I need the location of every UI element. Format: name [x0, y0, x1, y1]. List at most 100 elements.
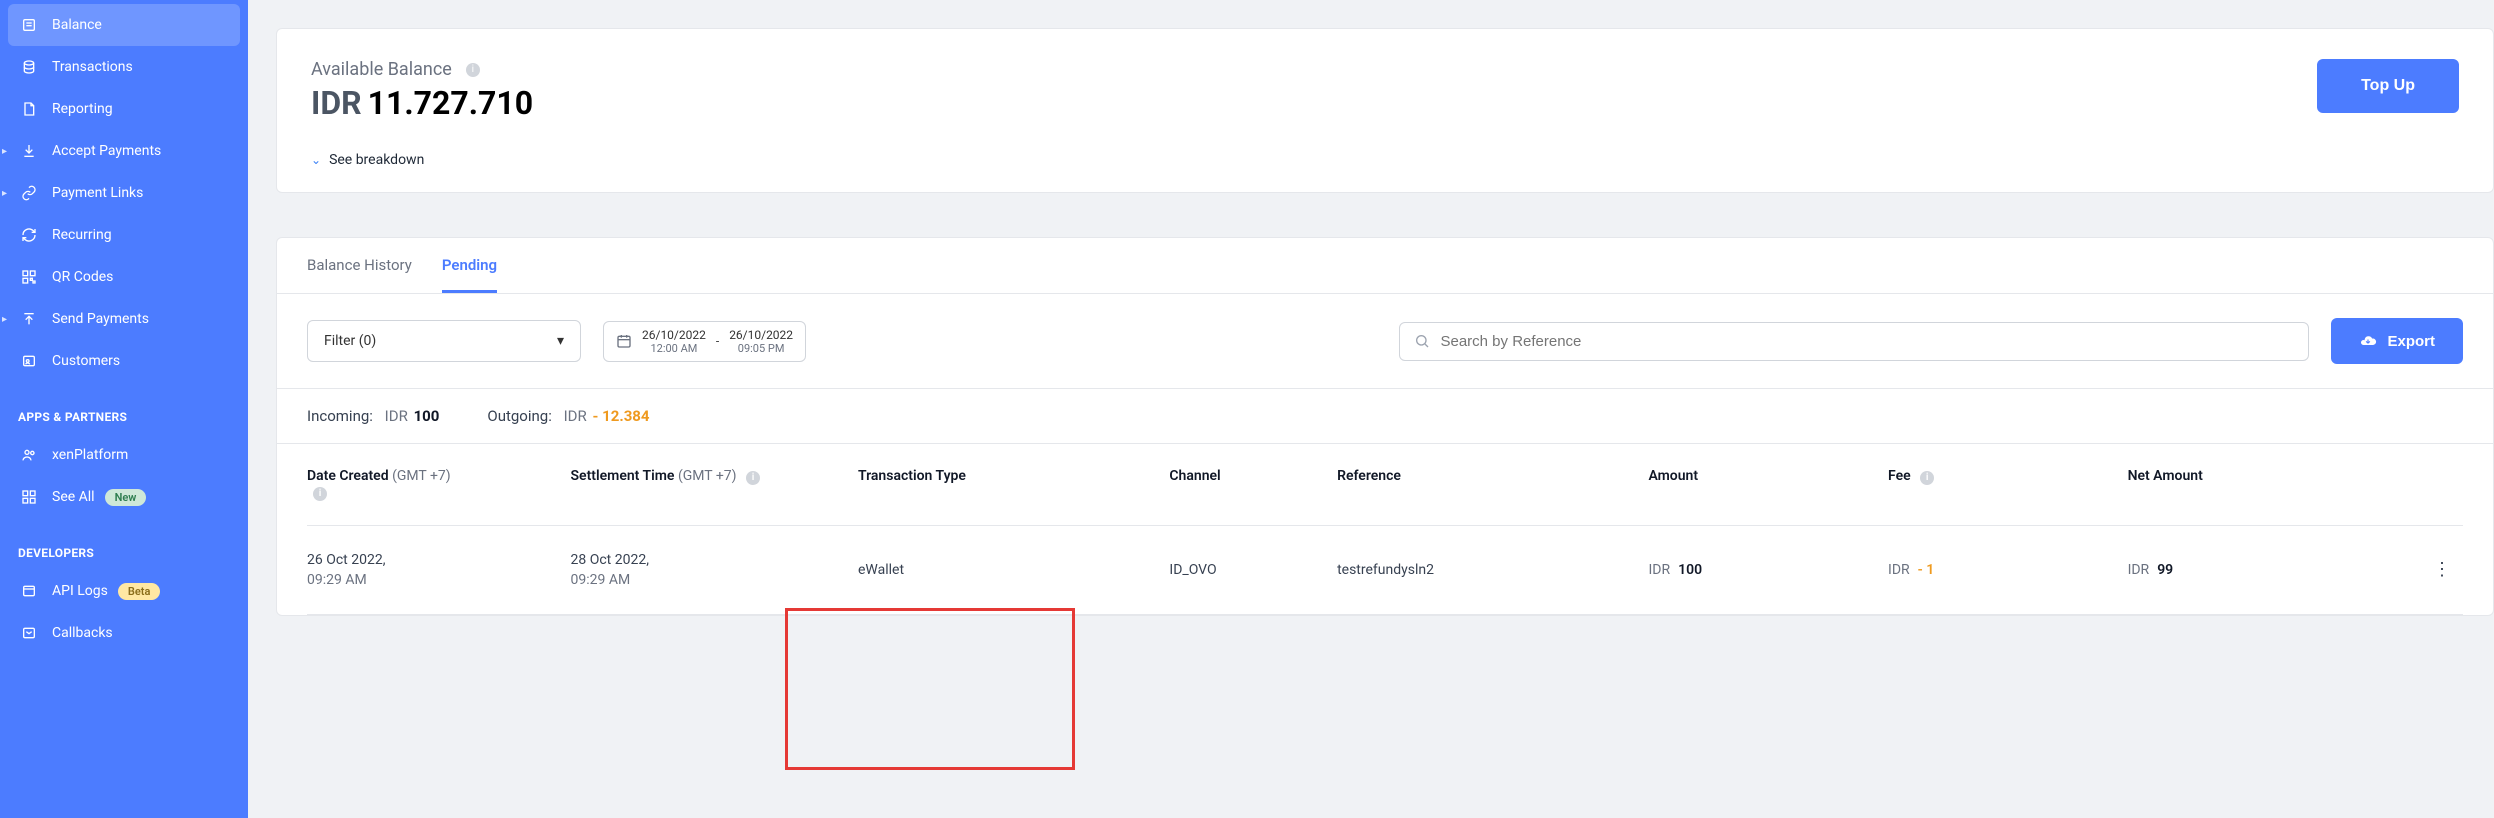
- available-balance-label: Available Balance i: [311, 59, 533, 80]
- cell-channel: ID_OVO: [1169, 525, 1337, 614]
- sidebar-item-see-all[interactable]: See All New: [0, 476, 248, 518]
- info-icon[interactable]: i: [1920, 471, 1934, 485]
- cell-date-created: 26 Oct 2022, 09:29 AM: [307, 525, 571, 614]
- th-created-tz: (GMT +7): [392, 468, 451, 484]
- search-icon: [1414, 333, 1430, 349]
- chevron-right-icon: ▸: [2, 188, 7, 199]
- sidebar-item-balance[interactable]: Balance: [8, 4, 240, 46]
- th-amount: Amount: [1648, 444, 1888, 525]
- fee-ccy: IDR: [1888, 562, 1910, 578]
- incoming-label: Incoming:: [307, 407, 373, 425]
- created-time: 09:29 AM: [307, 572, 559, 588]
- sidebar-item-reporting[interactable]: Reporting: [0, 88, 248, 130]
- date-to: 26/10/2022: [729, 328, 793, 342]
- qr-icon: [18, 268, 40, 286]
- info-icon[interactable]: i: [313, 487, 327, 501]
- chevron-right-icon: ▸: [2, 146, 7, 157]
- transactions-card: Balance History Pending Filter (0) ▾ 26/…: [276, 237, 2494, 616]
- grid-icon: [18, 488, 40, 506]
- tab-pending[interactable]: Pending: [442, 256, 497, 293]
- summary-bar: Incoming: IDR 100 Outgoing: IDR - 12.384: [277, 388, 2493, 444]
- fee-value: - 1: [1918, 562, 1935, 578]
- created-date: 26 Oct 2022,: [307, 552, 385, 568]
- incoming-ccy: IDR: [385, 407, 408, 425]
- date-to-time: 09:05 PM: [738, 342, 785, 355]
- net-ccy: IDR: [2128, 562, 2150, 578]
- chevron-right-icon: ▸: [2, 314, 7, 325]
- filter-select[interactable]: Filter (0) ▾: [307, 320, 581, 362]
- upload-icon: [18, 310, 40, 328]
- sidebar-item-customers[interactable]: Customers: [0, 340, 248, 382]
- outgoing-summary: Outgoing: IDR - 12.384: [487, 407, 649, 425]
- th-settlement-label: Settlement Time: [571, 468, 675, 484]
- sidebar-item-transactions[interactable]: Transactions: [0, 46, 248, 88]
- sidebar: Balance Transactions Reporting ▸ Accept …: [0, 0, 248, 818]
- sidebar-item-label: See All: [52, 489, 95, 505]
- date-from-time: 12:00 AM: [650, 342, 697, 355]
- sidebar-item-qr-codes[interactable]: QR Codes: [0, 256, 248, 298]
- sidebar-item-send-payments[interactable]: ▸ Send Payments: [0, 298, 248, 340]
- sidebar-item-callbacks[interactable]: Callbacks: [0, 612, 248, 654]
- incoming-value: 100: [414, 407, 440, 425]
- sidebar-item-label: QR Codes: [52, 269, 113, 285]
- sidebar-section-developers: DEVELOPERS: [0, 518, 248, 570]
- beta-badge: Beta: [118, 583, 161, 600]
- sidebar-item-label: xenPlatform: [52, 447, 128, 463]
- reporting-icon: [18, 100, 40, 118]
- filter-label: Filter (0): [324, 333, 376, 349]
- outgoing-label: Outgoing:: [487, 407, 551, 425]
- settle-date: 28 Oct 2022,: [571, 552, 649, 568]
- balance-currency: IDR: [311, 84, 362, 122]
- th-channel: Channel: [1169, 444, 1337, 525]
- new-badge: New: [105, 489, 147, 506]
- table: Date Created (GMT +7) i Settlement Time …: [277, 444, 2493, 615]
- th-transaction-type: Transaction Type: [858, 444, 1169, 525]
- sidebar-item-api-logs[interactable]: API Logs Beta: [0, 570, 248, 612]
- th-created-label: Date Created: [307, 468, 389, 484]
- sidebar-item-label: Send Payments: [52, 311, 149, 327]
- outgoing-ccy: IDR: [564, 407, 587, 425]
- th-actions: [2391, 444, 2463, 525]
- toolbar: Filter (0) ▾ 26/10/2022 12:00 AM - 26/10…: [277, 294, 2493, 388]
- link-icon: [18, 184, 40, 202]
- table-row[interactable]: 26 Oct 2022, 09:29 AM 28 Oct 2022, 09:29…: [307, 525, 2463, 614]
- sidebar-item-label: Payment Links: [52, 185, 143, 201]
- download-icon: [18, 142, 40, 160]
- cell-net: IDR 99: [2128, 525, 2392, 614]
- info-icon[interactable]: i: [466, 63, 480, 77]
- sidebar-item-recurring[interactable]: Recurring: [0, 214, 248, 256]
- amount-value: 100: [1678, 562, 1702, 578]
- top-up-button[interactable]: Top Up: [2317, 59, 2459, 113]
- sidebar-item-label: Reporting: [52, 101, 113, 117]
- customers-icon: [18, 352, 40, 370]
- incoming-summary: Incoming: IDR 100: [307, 407, 439, 425]
- th-net-amount: Net Amount: [2128, 444, 2392, 525]
- more-icon[interactable]: ⋮: [2433, 559, 2451, 580]
- date-range-picker[interactable]: 26/10/2022 12:00 AM - 26/10/2022 09:05 P…: [603, 321, 806, 362]
- sidebar-item-payment-links[interactable]: ▸ Payment Links: [0, 172, 248, 214]
- th-settlement-tz: (GMT +7): [678, 468, 737, 484]
- net-value: 99: [2157, 562, 2173, 578]
- breakdown-label: See breakdown: [329, 152, 424, 168]
- info-icon[interactable]: i: [746, 471, 760, 485]
- th-fee-label: Fee: [1888, 468, 1911, 484]
- sidebar-item-label: Accept Payments: [52, 143, 161, 159]
- calendar-icon: [616, 333, 632, 349]
- see-breakdown-link[interactable]: ⌄ See breakdown: [311, 152, 424, 168]
- search-input[interactable]: [1440, 333, 2294, 350]
- tab-balance-history[interactable]: Balance History: [307, 256, 412, 293]
- sidebar-item-accept-payments[interactable]: ▸ Accept Payments: [0, 130, 248, 172]
- recurring-icon: [18, 226, 40, 244]
- balance-icon: [18, 16, 40, 34]
- balance-card: Available Balance i IDR11.727.710 ⌄ See …: [276, 28, 2494, 193]
- export-button[interactable]: Export: [2331, 318, 2463, 364]
- tabs: Balance History Pending: [277, 238, 2493, 294]
- th-reference: Reference: [1337, 444, 1648, 525]
- balance-amount: 11.727.710: [368, 84, 533, 122]
- cell-reference: testrefundysln2: [1337, 525, 1648, 614]
- date-separator: -: [716, 334, 719, 348]
- sidebar-item-xenplatform[interactable]: xenPlatform: [0, 434, 248, 476]
- sidebar-item-label: Callbacks: [52, 625, 113, 641]
- th-fee: Fee i: [1888, 444, 2128, 525]
- sidebar-item-label: Recurring: [52, 227, 112, 243]
